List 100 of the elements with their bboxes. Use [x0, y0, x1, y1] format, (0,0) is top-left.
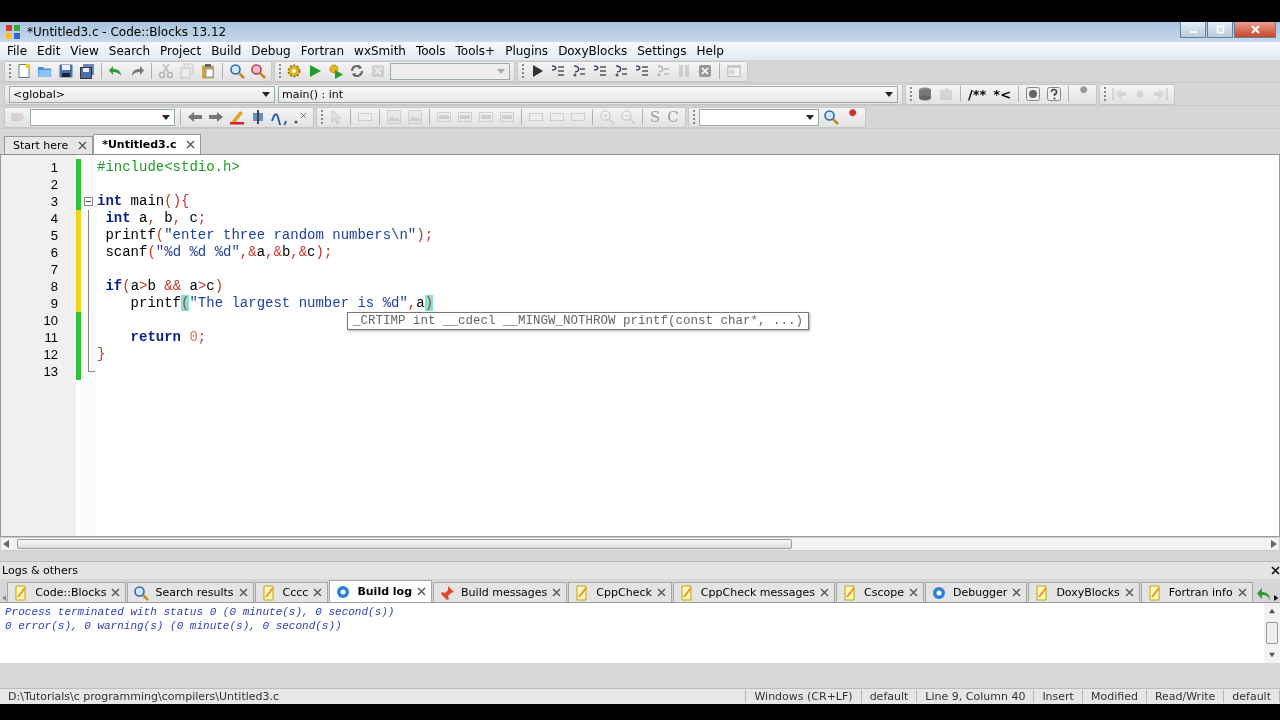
menu-item[interactable]: DoxyBlocks — [553, 44, 633, 58]
menu-item[interactable]: Build — [206, 44, 247, 58]
line-number: 7 — [49, 261, 59, 278]
menu-item[interactable]: Edit — [32, 44, 66, 58]
gear-play-icon[interactable] — [328, 63, 344, 79]
log-tab[interactable]: CppCheck messages — [672, 582, 835, 602]
line-number: 5 — [49, 227, 59, 244]
close-icon[interactable] — [417, 587, 427, 596]
step-lines-icon[interactable] — [592, 63, 608, 79]
code-line: scanf("%d %d %d",&a,&b,&c); — [104, 244, 333, 260]
menu-item[interactable]: View — [65, 44, 104, 58]
vertical-scrollbar[interactable] — [1264, 603, 1280, 663]
log-tab[interactable]: Cccc — [254, 582, 329, 602]
caret-icon[interactable] — [885, 91, 893, 97]
search-icon[interactable] — [229, 63, 245, 79]
log-tab[interactable]: Cscope — [836, 582, 924, 602]
code-line: #include<stdio.h> — [97, 159, 240, 175]
log-tab[interactable]: DoxyBlocks — [1028, 582, 1140, 602]
app-logo-icon — [5, 24, 21, 40]
menu-item[interactable]: Fortran — [295, 44, 350, 58]
editor-tab[interactable]: Start here — [4, 136, 94, 154]
scroll-left-icon[interactable] — [3, 540, 9, 548]
circular-arrows-icon[interactable] — [349, 63, 365, 79]
editor-tab[interactable]: *Untitled3.c — [93, 134, 202, 154]
step-lines-icon[interactable] — [550, 63, 566, 79]
menu-item[interactable]: Tools — [410, 44, 451, 58]
menu-item[interactable]: Debug — [246, 44, 296, 58]
menu-item[interactable]: Plugins — [500, 44, 554, 58]
log-tab[interactable]: Debugger — [924, 582, 1028, 602]
menu-item[interactable]: Settings — [632, 44, 692, 58]
doxyblocks-button[interactable]: *< — [991, 86, 1014, 102]
panel-title: Logs & others — [2, 564, 78, 577]
scroll-up-icon[interactable] — [1269, 607, 1275, 615]
fold-toggle[interactable] — [84, 197, 93, 206]
log-tab[interactable]: Build messages — [433, 582, 568, 602]
menu-item[interactable]: File — [2, 44, 33, 58]
step-arrow-icon[interactable] — [571, 63, 587, 79]
search-icon[interactable] — [822, 109, 839, 125]
gear-icon[interactable] — [286, 63, 302, 79]
stop-icon[interactable] — [697, 63, 713, 79]
note-icon — [260, 584, 277, 601]
code-line: } — [97, 346, 106, 362]
step-arrow-icon[interactable] — [613, 63, 629, 79]
caret-icon[interactable] — [262, 91, 270, 97]
save-icon[interactable] — [58, 63, 74, 79]
caret-icon[interactable] — [805, 114, 814, 120]
scope-dropdown[interactable]: <global> — [9, 85, 275, 103]
log-tab[interactable]: Code::Blocks — [7, 582, 127, 602]
log-line: Process terminated with status 0 (0 minute(s), 0 second(s)) — [5, 606, 396, 620]
line-number: 12 — [42, 346, 59, 363]
status-text: Windows (CR+LF) — [746, 690, 862, 703]
menu-item[interactable]: Help — [691, 44, 729, 58]
brackets-icon[interactable] — [250, 109, 266, 125]
close-icon[interactable] — [78, 141, 88, 150]
function-dropdown[interactable]: main() : int — [278, 85, 898, 103]
arrow-right-icon[interactable] — [208, 109, 224, 125]
new-file-icon[interactable] — [16, 63, 32, 79]
database-icon[interactable] — [917, 86, 933, 102]
status-text: Line 9, Column 40 — [917, 690, 1035, 703]
close-button[interactable] — [1234, 22, 1276, 38]
menu-item[interactable]: wxSmith — [349, 44, 411, 58]
pin-icon — [439, 584, 456, 601]
status-text: Insert — [1034, 690, 1083, 703]
save-all-icon[interactable] — [79, 63, 95, 79]
clipboard-icon[interactable] — [200, 63, 216, 79]
close-icon[interactable] — [1271, 566, 1280, 575]
caret-icon[interactable] — [162, 114, 170, 120]
menu-item[interactable]: Search — [103, 44, 156, 58]
status-text: D:\Tutorials\c programming\compilers\Untitled3.c — [0, 690, 747, 703]
status-text: default — [1224, 690, 1280, 703]
scroll-right-icon[interactable] — [1273, 594, 1278, 602]
arrow-left-icon[interactable] — [187, 109, 203, 125]
menu-item[interactable]: Project — [155, 44, 207, 58]
note-icon — [678, 584, 695, 601]
menu-item[interactable]: Tools+ — [450, 44, 501, 58]
calltip: _CRTIMP int __cdecl __MINGW_NOTHROW printf(const char*, ...) — [347, 312, 810, 330]
log-tab[interactable]: Search results — [127, 582, 254, 602]
step-lines-icon[interactable] — [634, 63, 650, 79]
close-icon[interactable] — [186, 140, 196, 149]
doxyblocks-button[interactable]: /** — [966, 86, 989, 102]
horizontal-scrollbar[interactable] — [0, 537, 1280, 551]
line-number: 1 — [49, 159, 59, 176]
pencil-icon[interactable] — [229, 109, 245, 125]
log-tab[interactable]: Fortran info — [1140, 582, 1253, 602]
code-line: int main(){ — [97, 193, 190, 209]
line-number: 6 — [49, 244, 59, 261]
note-icon — [1146, 584, 1163, 601]
log-tab[interactable]: Build log — [329, 580, 433, 602]
code-line: printf("enter three random numbers\n"); — [104, 227, 434, 243]
maximize-button[interactable] — [1207, 22, 1233, 38]
build-target-dropdown[interactable] — [390, 62, 510, 80]
play-icon[interactable] — [307, 63, 323, 79]
minimize-button[interactable] — [1180, 22, 1206, 38]
line-number: 8 — [49, 278, 59, 295]
question-icon[interactable] — [1046, 86, 1063, 102]
replace-icon[interactable] — [250, 63, 266, 79]
log-tab[interactable]: CppCheck — [568, 582, 672, 602]
status-text: Modified — [1082, 690, 1147, 703]
status-text: Read/Write — [1146, 690, 1225, 703]
scroll-down-icon[interactable] — [1269, 651, 1275, 659]
